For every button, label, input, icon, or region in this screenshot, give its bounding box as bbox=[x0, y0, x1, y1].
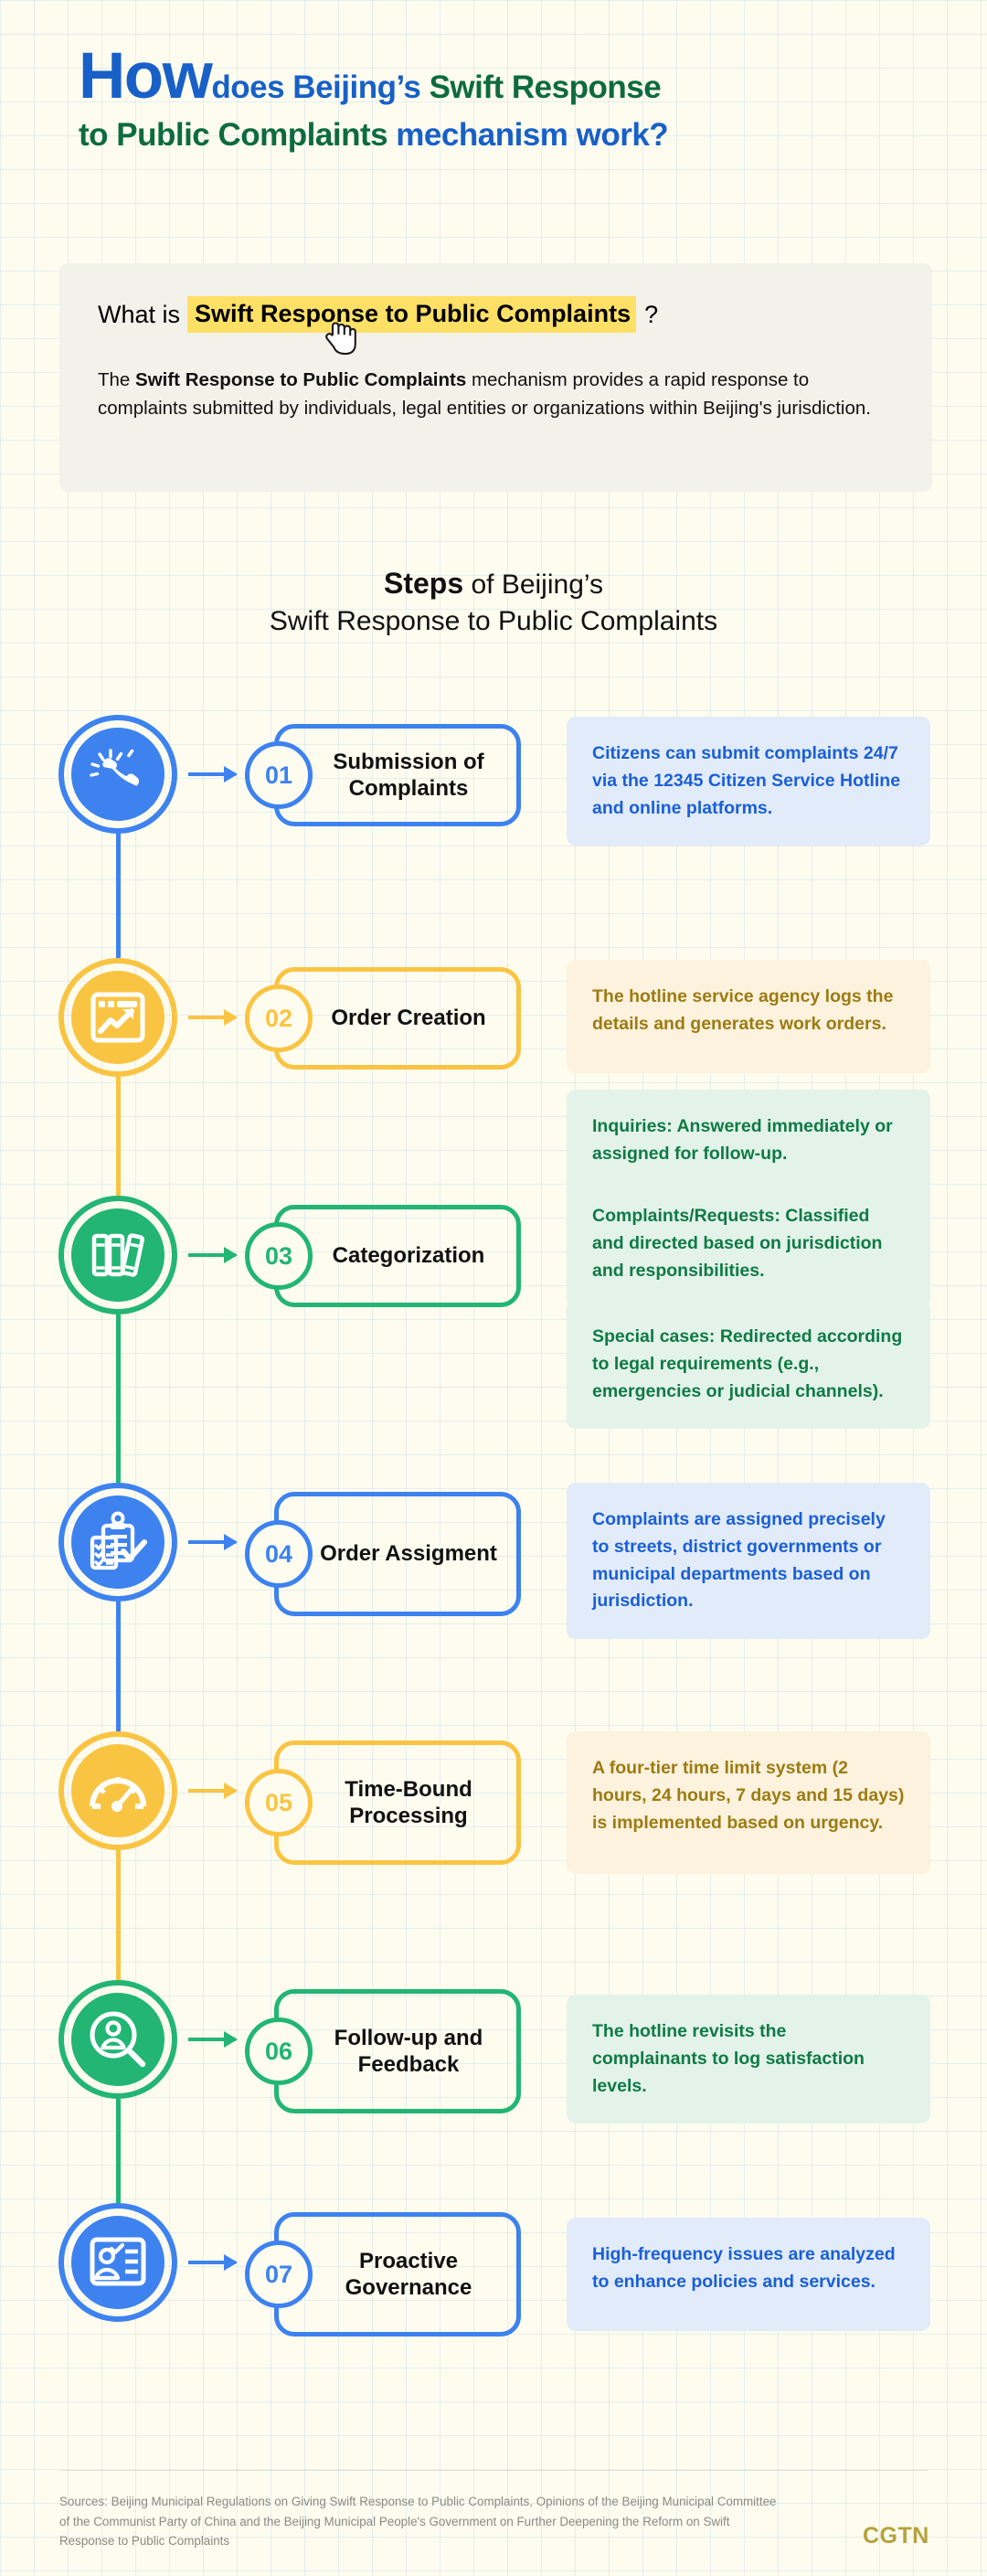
definition-body: The Swift Response to Public Complaints … bbox=[98, 366, 894, 422]
books-icon bbox=[71, 1208, 164, 1302]
clipboard-checklist-icon bbox=[71, 1496, 164, 1589]
step-arrow-03 bbox=[188, 1247, 238, 1263]
step-number-badge: 04 bbox=[245, 1520, 313, 1588]
step-icon-01 bbox=[58, 715, 177, 834]
hand-pointer-icon bbox=[325, 322, 356, 356]
step-arrow-05 bbox=[188, 1783, 238, 1799]
phone-ringing-icon bbox=[71, 728, 164, 821]
step-note-02-1: The hotline service agency logs the deta… bbox=[567, 960, 930, 1073]
definition-body-pre: The bbox=[98, 369, 136, 390]
step-arrow-02 bbox=[188, 1009, 238, 1026]
step-label: Follow-up and Feedback bbox=[334, 2025, 483, 2077]
step-number-badge: 07 bbox=[245, 2241, 313, 2308]
step-icon-07 bbox=[58, 2203, 177, 2322]
steps-heading-line-1: Steps of Beijing’s bbox=[0, 565, 987, 603]
step-label: Time-Bound Processing bbox=[345, 1776, 472, 1828]
step-card-07[interactable]: 07 Proactive Governance bbox=[245, 2212, 521, 2336]
connector-line-01 bbox=[116, 834, 121, 958]
step-card-04[interactable]: 04 Order Assigment bbox=[245, 1492, 521, 1616]
id-card-icon bbox=[71, 2216, 164, 2309]
step-card-01[interactable]: 01 Submission of Complaints bbox=[245, 724, 521, 826]
step-note-03-2: Complaints/Requests: Classified and dire… bbox=[567, 1179, 930, 1309]
step-note-07-1: High-frequency issues are analyzed to en… bbox=[567, 2218, 930, 2331]
step-number-badge: 05 bbox=[245, 1769, 313, 1836]
step-label: Categorization bbox=[332, 1243, 485, 1269]
connector-line-03 bbox=[116, 1315, 121, 1483]
title-does-beijings: does Beijing’s bbox=[211, 69, 430, 105]
step-icon-04 bbox=[58, 1483, 177, 1602]
step-arrow-04 bbox=[188, 1534, 238, 1550]
definition-question-mark: ? bbox=[644, 300, 659, 328]
infographic-page: Howdoes Beijing’s Swift Response to Publ… bbox=[0, 0, 987, 2576]
steps-heading-rest: of Beijing’s bbox=[463, 569, 603, 600]
step-note-04-1: Complaints are assigned precisely to str… bbox=[567, 1483, 930, 1640]
step-label: Submission of Complaints bbox=[333, 749, 484, 801]
step-note-03-1: Inquiries: Answered immediately or assig… bbox=[567, 1090, 930, 1192]
step-number-badge: 01 bbox=[245, 741, 313, 809]
step-card-05[interactable]: 05 Time-Bound Processing bbox=[245, 1740, 521, 1865]
definition-question: What is Swift Response to Public Complai… bbox=[98, 296, 894, 333]
step-card-02[interactable]: 02 Order Creation bbox=[245, 967, 521, 1070]
browser-chart-icon bbox=[71, 971, 164, 1064]
step-label: Order Creation bbox=[331, 1006, 486, 1031]
connector-line-04 bbox=[116, 1602, 121, 1731]
step-icon-05 bbox=[58, 1731, 177, 1850]
title-line-2: to Public Complaints mechanism work? bbox=[79, 118, 919, 152]
step-note-05-1: A four-tier time limit system (2 hours, … bbox=[567, 1731, 930, 1874]
title-swift-response: Swift Response bbox=[429, 69, 662, 105]
step-arrow-06 bbox=[188, 2031, 238, 2048]
page-title: Howdoes Beijing’s Swift Response to Publ… bbox=[79, 42, 919, 152]
title-how: How bbox=[79, 40, 213, 112]
connector-line-02 bbox=[116, 1077, 121, 1196]
step-icon-03 bbox=[58, 1196, 177, 1315]
definition-highlight-term: Swift Response to Public Complaints bbox=[187, 296, 637, 333]
sources-text: Sources: Beijing Municipal Regulations o… bbox=[59, 2495, 777, 2549]
step-note-03-3: Special cases: Redirected according to l… bbox=[567, 1300, 930, 1430]
steps-heading-line-2: Swift Response to Public Complaints bbox=[269, 605, 718, 636]
title-to-public-complaints: to Public Complaints bbox=[79, 117, 397, 154]
step-number-badge: 06 bbox=[245, 2017, 313, 2085]
title-mechanism-work: mechanism work? bbox=[396, 117, 669, 154]
user-magnifier-icon bbox=[71, 1993, 164, 2086]
step-icon-06 bbox=[58, 1980, 177, 2099]
step-note-01-1: Citizens can submit complaints 24/7 via … bbox=[567, 717, 930, 846]
step-label: Proactive Governance bbox=[345, 2248, 472, 2300]
connector-line-06 bbox=[116, 2099, 121, 2203]
gauge-icon bbox=[71, 1744, 164, 1837]
step-number-badge: 02 bbox=[245, 985, 313, 1052]
step-card-06[interactable]: 06 Follow-up and Feedback bbox=[245, 1989, 521, 2113]
footer-divider bbox=[59, 2470, 928, 2471]
step-label: Order Assigment bbox=[320, 1541, 497, 1567]
definition-question-lead: What is bbox=[98, 300, 181, 328]
step-card-03[interactable]: 03 Categorization bbox=[245, 1205, 521, 1307]
connector-line-05 bbox=[116, 1850, 121, 1980]
step-number-badge: 03 bbox=[245, 1222, 313, 1290]
step-icon-02 bbox=[58, 958, 177, 1077]
definition-body-bold: Swift Response to Public Complaints bbox=[135, 369, 467, 390]
step-arrow-07 bbox=[188, 2254, 238, 2271]
title-line-1: Howdoes Beijing’s Swift Response bbox=[79, 42, 919, 111]
steps-heading-bold: Steps bbox=[383, 567, 464, 600]
cgtn-logo: CGTN bbox=[863, 2523, 929, 2549]
step-note-06-1: The hotline revisits the complainants to… bbox=[567, 1995, 930, 2124]
steps-heading: Steps of Beijing’s Swift Response to Pub… bbox=[0, 565, 987, 639]
definition-panel: What is Swift Response to Public Complai… bbox=[59, 263, 932, 492]
step-arrow-01 bbox=[188, 766, 238, 782]
